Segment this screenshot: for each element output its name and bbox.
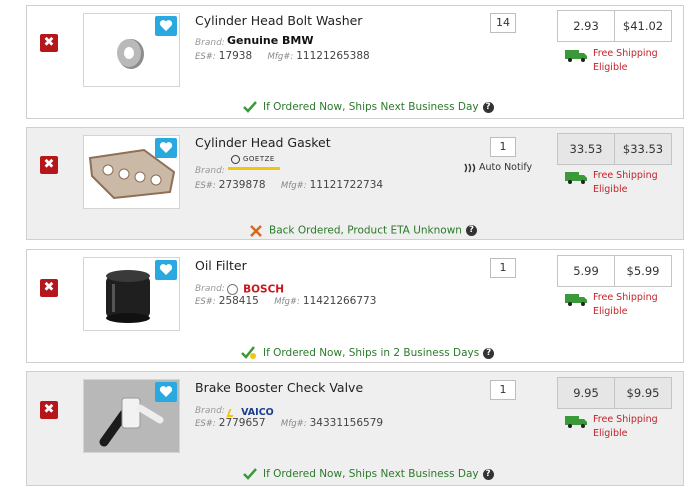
remove-item-button[interactable]: ✖ [40, 156, 58, 174]
shipping-status: If Ordered Now, Ships Next Business Day? [243, 468, 494, 480]
mfg-number: 11121265388 [296, 50, 370, 62]
truck-icon [565, 294, 587, 306]
total-price: $5.99 [614, 255, 672, 287]
check-icon [243, 101, 257, 113]
product-title[interactable]: Cylinder Head Bolt Washer [195, 13, 362, 28]
es-label: ES#: [195, 52, 216, 62]
heart-icon [159, 142, 173, 153]
free-shipping-label: Free Shipping [593, 48, 658, 59]
help-icon[interactable]: ? [465, 225, 477, 236]
es-label: ES#: [195, 419, 216, 429]
cart-item-row: ✖ Cylinder Head Bolt Washer Brand: Genui… [26, 5, 684, 119]
brand-label: Brand: [195, 406, 225, 416]
mfg-number: 34331156579 [309, 417, 384, 429]
part-numbers: ES#: 258415 Mfg#: 11421266773 [195, 295, 376, 307]
favorite-button[interactable] [155, 382, 177, 402]
heart-icon [159, 264, 173, 275]
help-icon[interactable]: ? [482, 468, 494, 480]
brand-label: Brand: [195, 284, 225, 294]
brand-label: Brand: [195, 38, 225, 48]
remove-item-button[interactable]: ✖ [40, 34, 58, 52]
unit-price: 2.93 [557, 10, 615, 42]
help-icon[interactable]: ? [482, 101, 494, 113]
total-price: $41.02 [614, 10, 672, 42]
favorite-button[interactable] [155, 138, 177, 158]
cart-item-row: ✖ Oil Filter Brand: BOSCH ES#: 258415 Mfg… [26, 249, 684, 363]
bosch-logo-icon [227, 284, 238, 295]
brand-logo: GOETZE [228, 154, 280, 172]
quantity-input[interactable]: 1 [490, 380, 516, 400]
eligible-label: Eligible [593, 428, 628, 439]
truck-icon [565, 416, 587, 428]
favorite-button[interactable] [155, 260, 177, 280]
free-shipping-label: Free Shipping [593, 292, 658, 303]
mfg-label: Mfg#: [274, 297, 300, 307]
status-text: Back Ordered, Product ETA Unknown [269, 224, 462, 237]
shipping-status: If Ordered Now, Ships Next Business Day? [243, 101, 494, 113]
vaico-logo-icon [226, 408, 236, 417]
part-numbers: ES#: 17938 Mfg#: 11121265388 [195, 50, 370, 62]
quantity-input[interactable]: 14 [490, 13, 516, 33]
product-title[interactable]: Brake Booster Check Valve [195, 380, 363, 395]
status-text: If Ordered Now, Ships Next Business Day [263, 468, 479, 480]
remove-item-button[interactable]: ✖ [40, 401, 58, 419]
cart-item-row: ✖ Cylinder Head Gasket Brand: GOETZE ES#… [26, 127, 684, 240]
mfg-number: 11421266773 [302, 295, 377, 307]
shipping-status: Back Ordered, Product ETA Unknown? [249, 224, 477, 237]
remove-item-button[interactable]: ✖ [40, 279, 58, 297]
es-label: ES#: [195, 297, 216, 307]
free-shipping-label: Free Shipping [593, 170, 658, 181]
truck-icon [565, 50, 587, 62]
es-number: 17938 [218, 50, 253, 62]
brand-label: Brand: [195, 166, 225, 176]
notify-signal-icon [464, 163, 476, 172]
quantity-input[interactable]: 1 [490, 137, 516, 157]
auto-notify-label: Auto Notify [479, 162, 533, 173]
product-title[interactable]: Cylinder Head Gasket [195, 135, 331, 150]
unit-price: 5.99 [557, 255, 615, 287]
goetze-logo-icon [231, 155, 240, 164]
eligible-label: Eligible [593, 62, 628, 73]
quantity-input[interactable]: 1 [490, 258, 516, 278]
product-title[interactable]: Oil Filter [195, 258, 247, 273]
check-icon [243, 468, 257, 480]
unit-price: 33.53 [557, 133, 615, 165]
heart-icon [159, 386, 173, 397]
truck-icon [565, 172, 587, 184]
cart-item-row: ✖ Brake Booster Check Valve Brand: VAICO… [26, 371, 684, 486]
mfg-label: Mfg#: [267, 52, 294, 62]
product-image[interactable] [83, 379, 180, 453]
brand-logo: Genuine BMW [227, 34, 314, 47]
heart-icon [159, 20, 173, 31]
auto-notify-button[interactable]: Auto Notify [464, 162, 532, 173]
free-shipping-label: Free Shipping [593, 414, 658, 425]
es-label: ES#: [195, 181, 216, 191]
eligible-label: Eligible [593, 184, 628, 195]
total-price: $33.53 [614, 133, 672, 165]
part-numbers: ES#: 2779657 Mfg#: 34331156579 [195, 417, 383, 429]
favorite-button[interactable] [155, 16, 177, 36]
x-icon [250, 225, 262, 237]
part-numbers: ES#: 2739878 Mfg#: 11121722734 [195, 179, 383, 191]
product-image[interactable] [83, 135, 180, 209]
mfg-label: Mfg#: [280, 181, 307, 191]
check-clock-icon [241, 346, 256, 359]
status-text: If Ordered Now, Ships Next Business Day [263, 101, 479, 113]
unit-price: 9.95 [557, 377, 615, 409]
mfg-number: 11121722734 [309, 179, 384, 191]
shipping-status: If Ordered Now, Ships in 2 Business Days… [241, 346, 495, 360]
help-icon[interactable]: ? [483, 347, 495, 359]
product-image[interactable] [83, 257, 180, 331]
mfg-label: Mfg#: [280, 419, 307, 429]
product-image[interactable] [83, 13, 180, 87]
es-number: 2739878 [218, 179, 266, 191]
es-number: 258415 [218, 295, 259, 307]
eligible-label: Eligible [593, 306, 628, 317]
total-price: $9.95 [614, 377, 672, 409]
status-text: If Ordered Now, Ships in 2 Business Days [263, 347, 480, 359]
es-number: 2779657 [218, 417, 266, 429]
